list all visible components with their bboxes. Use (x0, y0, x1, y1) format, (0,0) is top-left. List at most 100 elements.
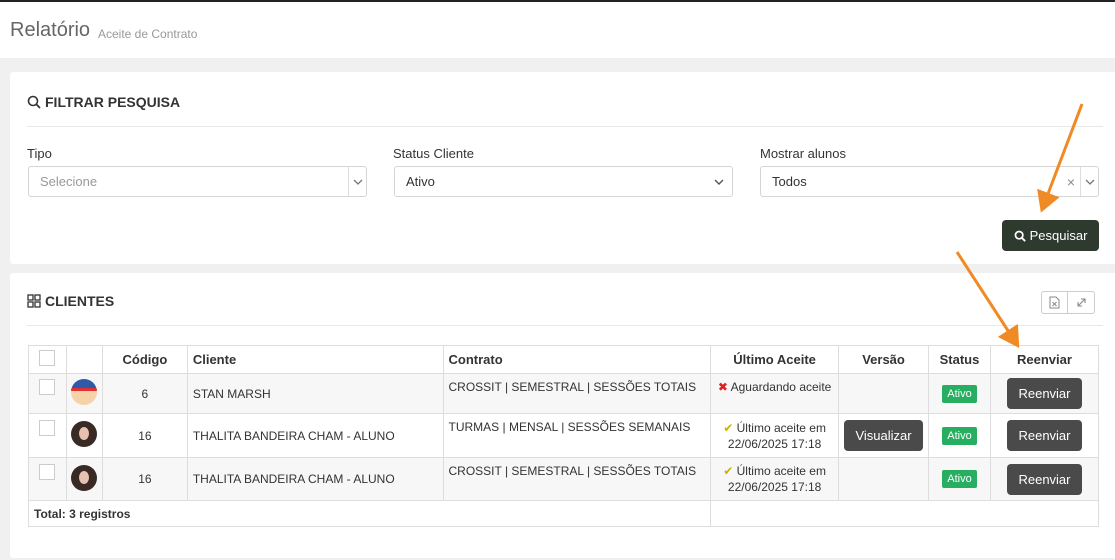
row-select-cell[interactable] (28, 373, 67, 414)
avatar-col-header (65, 345, 103, 374)
footer-empty-cell (710, 500, 1099, 527)
aceite-cell: ✔ Último aceite em 22/06/2025 17:18 (710, 457, 840, 501)
aceite-status: Último aceite em (736, 464, 826, 478)
status-cell: Ativo (928, 413, 991, 458)
mostrar-alunos-label: Mostrar alunos (760, 146, 846, 161)
status-cell: Ativo (928, 457, 991, 501)
status-cell: Ativo (928, 373, 991, 414)
table-row: 16 THALITA BANDEIRA CHAM - ALUNO CROSSIT… (28, 457, 1100, 501)
clients-title-text: CLIENTES (45, 293, 115, 309)
col-contrato[interactable]: Contrato (442, 345, 712, 374)
filter-title-text: FILTRAR PESQUISA (45, 94, 181, 110)
divider (27, 325, 1103, 326)
cliente-cell: THALITA BANDEIRA CHAM - ALUNO (186, 413, 444, 458)
avatar (71, 421, 98, 447)
clients-panel-title: CLIENTES (27, 293, 114, 309)
row-checkbox[interactable] (39, 464, 56, 480)
avatar (71, 379, 98, 405)
search-button[interactable]: Pesquisar (1002, 220, 1099, 251)
reenviar-cell: Reenviar (989, 373, 1100, 414)
col-reenviar[interactable]: Reenviar (989, 345, 1100, 374)
table-row: 16 THALITA BANDEIRA CHAM - ALUNO TURMAS … (28, 413, 1100, 458)
aceite-status: Último aceite em (736, 420, 826, 435)
status-cliente-label: Status Cliente (393, 146, 474, 161)
excel-icon (1049, 296, 1060, 309)
mostrar-alunos-select[interactable]: Todos × (760, 166, 1099, 197)
col-ultimo-aceite[interactable]: Último Aceite (710, 345, 840, 374)
page-subtitle: Aceite de Contrato (98, 27, 198, 41)
reenviar-button[interactable]: Reenviar (1006, 420, 1082, 451)
search-icon (1014, 230, 1026, 242)
search-icon (27, 95, 41, 109)
page-title: Relatório (10, 19, 91, 41)
chevron-down-icon (706, 167, 732, 196)
status-cliente-value: Ativo (406, 174, 435, 189)
grid-icon (27, 294, 41, 308)
search-button-label: Pesquisar (1029, 228, 1088, 243)
row-checkbox[interactable] (39, 420, 56, 436)
codigo-cell: 16 (101, 413, 188, 458)
select-all-checkbox[interactable] (39, 350, 56, 366)
avatar-cell (65, 373, 103, 414)
col-codigo[interactable]: Código (101, 345, 188, 374)
reenviar-cell: Reenviar (989, 457, 1100, 501)
filter-panel-title: FILTRAR PESQUISA (27, 94, 180, 110)
versao-cell (838, 373, 930, 414)
row-select-cell[interactable] (28, 413, 67, 458)
status-cliente-select[interactable]: Ativo (394, 166, 733, 197)
row-checkbox[interactable] (39, 379, 56, 395)
aceite-date: 22/06/2025 17:18 (727, 480, 822, 494)
table-header-row: Código Cliente Contrato Último Aceite Ve… (28, 345, 1100, 374)
aceite-cell: ✔ Último aceite em 22/06/2025 17:18 (710, 413, 840, 458)
row-select-cell[interactable] (28, 457, 67, 501)
x-icon: ✖ (717, 380, 728, 394)
reenviar-button[interactable]: Reenviar (1006, 463, 1082, 495)
aceite-date: 22/06/2025 17:18 (727, 436, 822, 451)
col-versao[interactable]: Versão (838, 345, 930, 374)
tipo-select[interactable]: Selecione (28, 166, 367, 197)
aceite-cell: ✖ Aguardando aceite (710, 373, 840, 414)
total-cell: Total: 3 registros (27, 500, 712, 527)
visualizar-button[interactable]: Visualizar (844, 420, 924, 451)
select-all-cell[interactable] (28, 345, 67, 374)
reenviar-button[interactable]: Reenviar (1006, 378, 1082, 409)
table-footer-row: Total: 3 registros (27, 500, 1099, 527)
aceite-status: Aguardando aceite (730, 380, 832, 394)
check-icon: ✔ (723, 420, 734, 435)
filter-panel: FILTRAR PESQUISA Tipo Selecione Status C… (10, 72, 1115, 264)
tipo-placeholder: Selecione (40, 174, 98, 189)
contrato-cell: TURMAS | MENSAL | SESSÕES SEMANAIS (442, 413, 712, 458)
tipo-label: Tipo (27, 146, 52, 161)
col-status[interactable]: Status (928, 345, 991, 374)
status-badge: Ativo (942, 470, 977, 488)
chevron-down-icon (348, 167, 366, 196)
table-row: 6 STAN MARSH CROSSIT | SEMESTRAL | SESSÕ… (28, 373, 1100, 414)
status-badge: Ativo (942, 426, 977, 445)
avatar-cell (65, 413, 103, 458)
expand-button[interactable] (1068, 291, 1095, 314)
reenviar-cell: Reenviar (989, 413, 1100, 458)
clients-table: Código Cliente Contrato Último Aceite Ve… (27, 345, 1100, 527)
versao-cell: Visualizar (838, 413, 930, 458)
cliente-cell: STAN MARSH (186, 373, 444, 414)
status-badge: Ativo (942, 384, 977, 403)
codigo-cell: 6 (101, 373, 188, 414)
clients-panel: CLIENTES Código Cliente Contrato Último … (10, 273, 1115, 558)
codigo-cell: 16 (101, 457, 188, 501)
mostrar-alunos-value: Todos (772, 174, 807, 189)
expand-icon (1076, 298, 1086, 307)
page-header: Relatório Aceite de Contrato (0, 2, 1115, 58)
check-icon: ✔ (723, 464, 734, 478)
divider (27, 126, 1103, 127)
avatar-cell (65, 457, 103, 501)
contrato-cell: CROSSIT | SEMESTRAL | SESSÕES TOTAIS (442, 457, 712, 501)
export-excel-button[interactable] (1041, 291, 1068, 314)
contrato-cell: CROSSIT | SEMESTRAL | SESSÕES TOTAIS (442, 373, 712, 414)
chevron-down-icon[interactable] (1080, 167, 1098, 196)
avatar (71, 464, 98, 491)
table-tools (1041, 291, 1095, 314)
col-cliente[interactable]: Cliente (186, 345, 444, 374)
clear-icon[interactable]: × (1062, 174, 1080, 190)
cliente-cell: THALITA BANDEIRA CHAM - ALUNO (186, 457, 444, 501)
versao-cell (838, 457, 930, 501)
